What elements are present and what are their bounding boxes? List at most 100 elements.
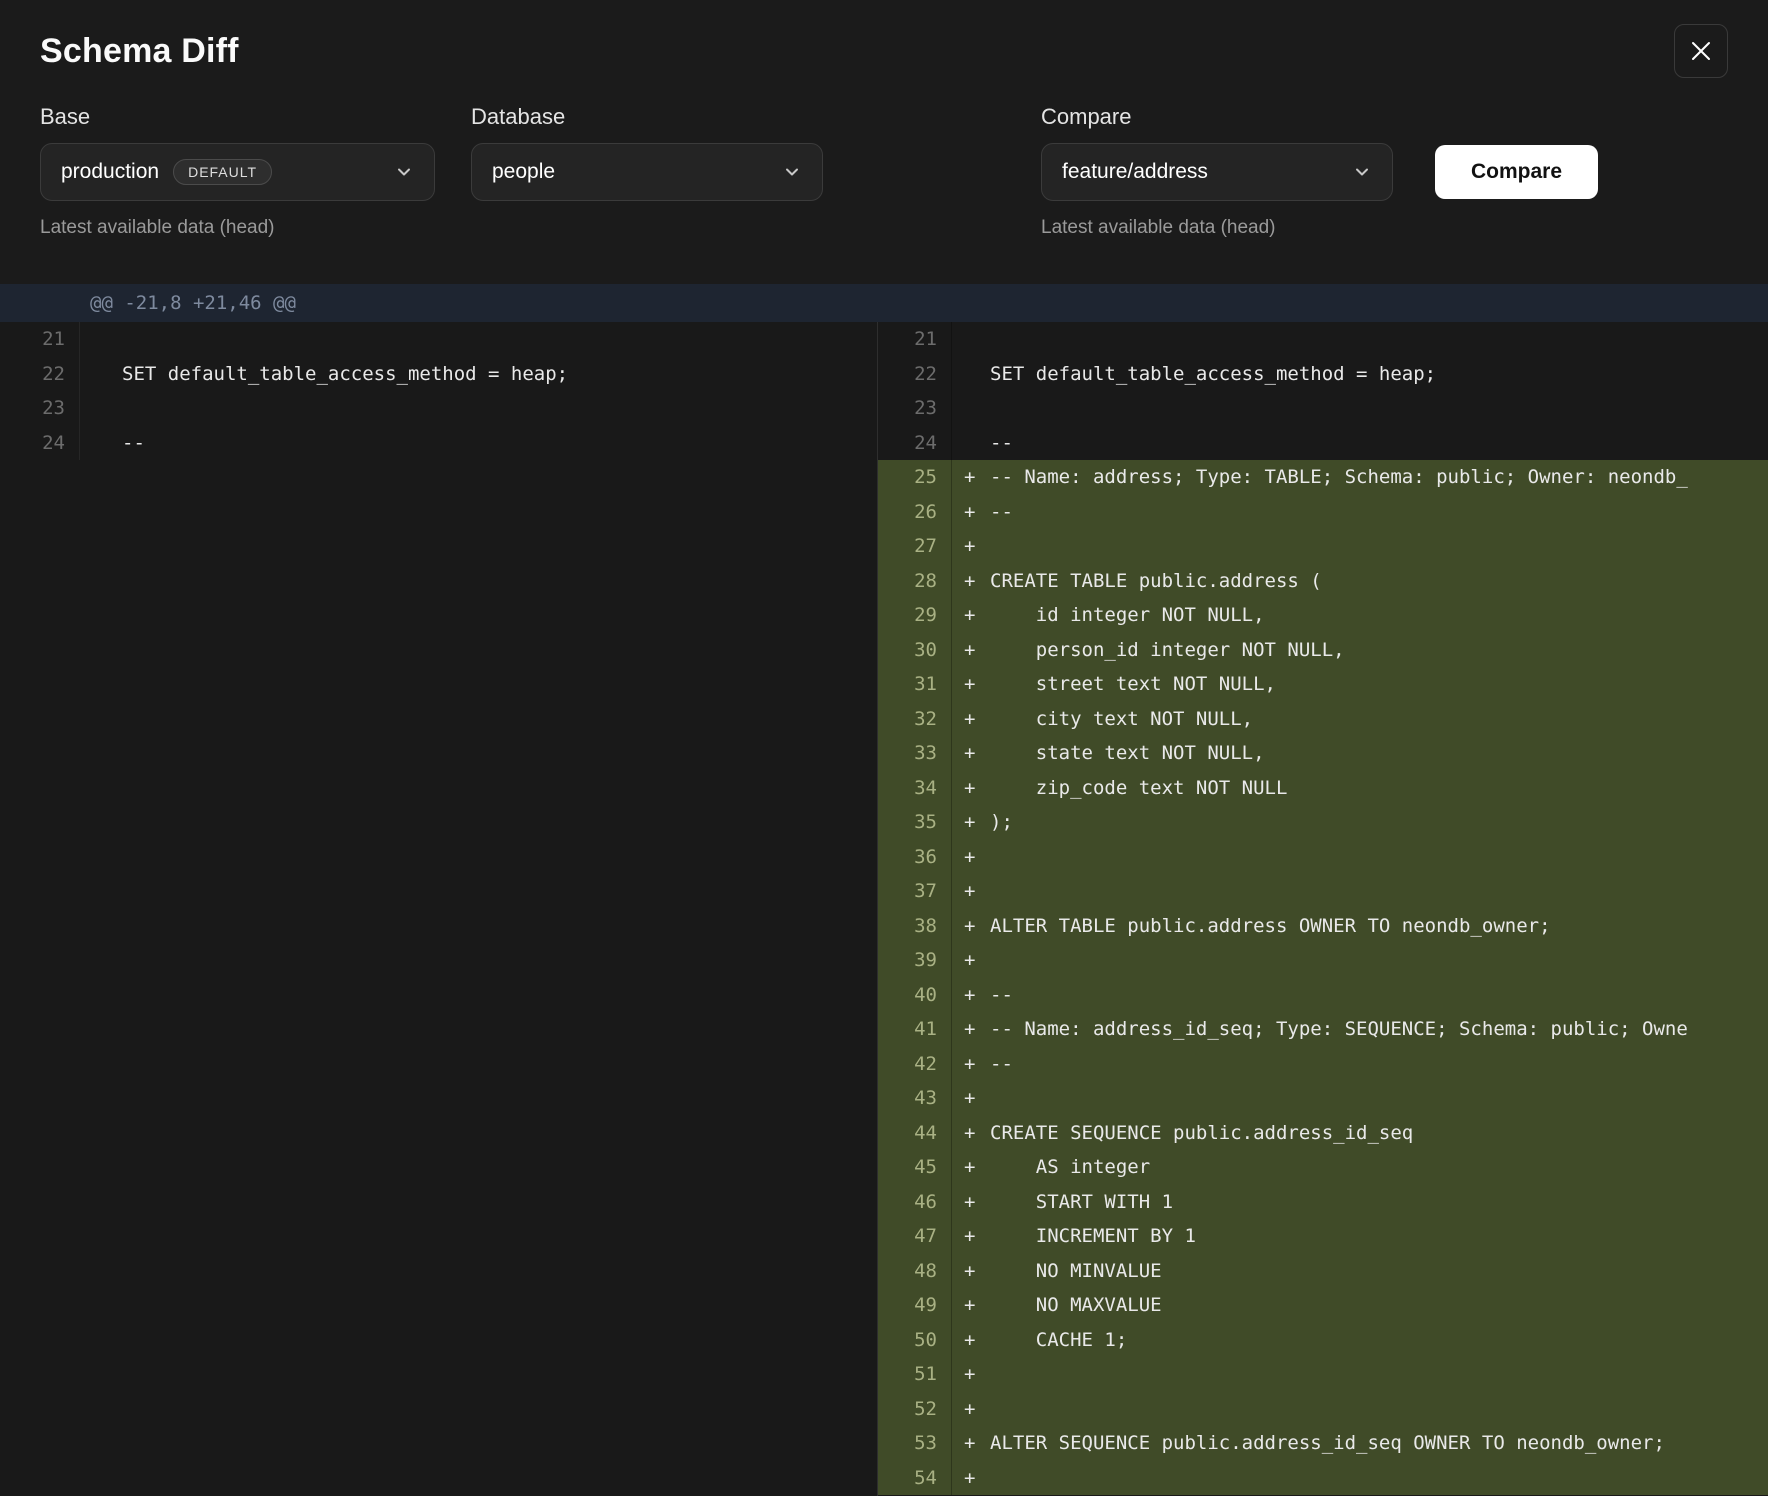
- diff-line: 32+ city text NOT NULL,: [878, 702, 1768, 737]
- diff-line: 51+: [878, 1357, 1768, 1392]
- base-hint: Latest available data (head): [40, 217, 435, 239]
- line-text: + NO MAXVALUE: [952, 1288, 1768, 1323]
- line-number: 47: [878, 1219, 952, 1254]
- line-text: + INCREMENT BY 1: [952, 1219, 1768, 1254]
- diff-line: 22SET default_table_access_method = heap…: [878, 357, 1768, 392]
- diff-line: 23: [878, 391, 1768, 426]
- base-label: Base: [40, 104, 435, 129]
- line-number: 42: [878, 1047, 952, 1082]
- line-text: +: [952, 874, 1768, 909]
- line-number: 30: [878, 633, 952, 668]
- database-select[interactable]: people: [471, 143, 823, 201]
- line-number: 31: [878, 667, 952, 702]
- diff-sign: +: [964, 673, 990, 695]
- base-select-value: production: [61, 160, 159, 184]
- line-text: +: [952, 1357, 1768, 1392]
- line-text: [952, 322, 1768, 357]
- compare-select[interactable]: feature/address: [1041, 143, 1393, 201]
- diff-sign: +: [964, 742, 990, 764]
- base-field: Base production DEFAULT Latest available…: [40, 104, 435, 239]
- diff-line: 25+-- Name: address; Type: TABLE; Schema…: [878, 460, 1768, 495]
- diff-line: 49+ NO MAXVALUE: [878, 1288, 1768, 1323]
- diff-line: 24--: [0, 426, 877, 461]
- compare-select-value: feature/address: [1062, 160, 1208, 184]
- line-text: SET default_table_access_method = heap;: [952, 357, 1768, 392]
- diff-pane-compare: 2122SET default_table_access_method = he…: [878, 322, 1768, 1496]
- diff-sign: +: [964, 949, 990, 971]
- diff-sign: +: [964, 1018, 990, 1040]
- diff-pane-base: 2122SET default_table_access_method = he…: [0, 322, 878, 1496]
- line-text: +ALTER TABLE public.address OWNER TO neo…: [952, 909, 1768, 944]
- diff-sign: +: [964, 1225, 990, 1247]
- diff-line: 35+);: [878, 805, 1768, 840]
- line-number: 41: [878, 1012, 952, 1047]
- diff-line: 38+ALTER TABLE public.address OWNER TO n…: [878, 909, 1768, 944]
- database-label: Database: [471, 104, 823, 129]
- diff-line: 37+: [878, 874, 1768, 909]
- line-number: 39: [878, 943, 952, 978]
- diff-sign: +: [964, 466, 990, 488]
- diff-line: 41+-- Name: address_id_seq; Type: SEQUEN…: [878, 1012, 1768, 1047]
- compare-label: Compare: [1041, 104, 1598, 129]
- line-number: 52: [878, 1392, 952, 1427]
- diff-sign: +: [964, 1398, 990, 1420]
- chevron-down-icon: [1352, 162, 1372, 182]
- diff-sign: +: [964, 708, 990, 730]
- diff-line: 45+ AS integer: [878, 1150, 1768, 1185]
- diff-line: 47+ INCREMENT BY 1: [878, 1219, 1768, 1254]
- diff-sign: +: [964, 604, 990, 626]
- line-text: +: [952, 840, 1768, 875]
- line-text: + state text NOT NULL,: [952, 736, 1768, 771]
- diff-line: 30+ person_id integer NOT NULL,: [878, 633, 1768, 668]
- line-number: 50: [878, 1323, 952, 1358]
- diff-line: 21: [878, 322, 1768, 357]
- base-select[interactable]: production DEFAULT: [40, 143, 435, 201]
- line-number: 34: [878, 771, 952, 806]
- line-number: 22: [878, 357, 952, 392]
- diff-sign: +: [964, 1329, 990, 1351]
- line-number: 40: [878, 978, 952, 1013]
- line-text: + person_id integer NOT NULL,: [952, 633, 1768, 668]
- diff-line: 33+ state text NOT NULL,: [878, 736, 1768, 771]
- line-text: +--: [952, 1047, 1768, 1082]
- line-number: 28: [878, 564, 952, 599]
- diff-line: 44+CREATE SEQUENCE public.address_id_seq: [878, 1116, 1768, 1151]
- database-field: Database people: [471, 104, 823, 201]
- compare-button[interactable]: Compare: [1435, 145, 1598, 199]
- diff-line: 26+--: [878, 495, 1768, 530]
- chevron-down-icon: [394, 162, 414, 182]
- line-text: +ALTER SEQUENCE public.address_id_seq OW…: [952, 1426, 1768, 1461]
- diff-sign: +: [964, 1053, 990, 1075]
- line-text: [952, 391, 1768, 426]
- diff-line: 40+--: [878, 978, 1768, 1013]
- line-text: +: [952, 943, 1768, 978]
- line-text: SET default_table_access_method = heap;: [80, 357, 877, 392]
- line-text: +: [952, 1461, 1768, 1496]
- diff-sign: +: [964, 915, 990, 937]
- line-text: + city text NOT NULL,: [952, 702, 1768, 737]
- line-number: 35: [878, 805, 952, 840]
- diff-sign: +: [964, 880, 990, 902]
- diff-line: 42+--: [878, 1047, 1768, 1082]
- line-number: 24: [878, 426, 952, 461]
- close-button[interactable]: [1674, 24, 1728, 78]
- line-text: [80, 391, 877, 426]
- line-text: +: [952, 529, 1768, 564]
- diff-scroll-area[interactable]: 2122SET default_table_access_method = he…: [0, 322, 1768, 1496]
- line-text: --: [952, 426, 1768, 461]
- line-number: 51: [878, 1357, 952, 1392]
- diff-line: 29+ id integer NOT NULL,: [878, 598, 1768, 633]
- diff-line: 52 +: [878, 1392, 1768, 1427]
- diff-sign: +: [964, 1294, 990, 1316]
- diff-line: 39 +: [878, 943, 1768, 978]
- diff-line: 48+ NO MINVALUE: [878, 1254, 1768, 1289]
- line-number: 27: [878, 529, 952, 564]
- compare-field: Compare feature/address Compare Latest a…: [1041, 104, 1598, 239]
- line-text: +CREATE TABLE public.address (: [952, 564, 1768, 599]
- diff-sign: +: [964, 1467, 990, 1489]
- diff-sign: +: [964, 535, 990, 557]
- line-number: 53: [878, 1426, 952, 1461]
- compare-hint: Latest available data (head): [1041, 217, 1598, 239]
- diff-sign: +: [964, 1432, 990, 1454]
- line-text: --: [80, 426, 877, 461]
